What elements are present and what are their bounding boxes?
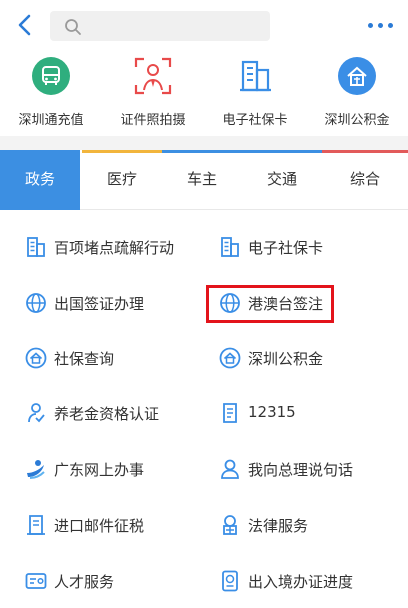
service-item[interactable]: 人才服务 <box>24 563 204 597</box>
quick-item-label: 电子社保卡 <box>222 113 288 128</box>
building-icon <box>27 237 45 257</box>
id-card-icon <box>25 573 47 589</box>
person-icon <box>221 459 239 479</box>
service-item[interactable]: 出入境办证进度 <box>218 563 398 597</box>
service-list: 百项堵点疏解行动 电子社保卡 出国签证办理 港澳台签注 社保查询 深圳公积金 养… <box>0 211 408 608</box>
service-label: 我向总理说句话 <box>248 461 354 479</box>
building-icon <box>221 237 239 257</box>
quick-item-social-card[interactable]: 电子社保卡 <box>204 56 306 132</box>
person-check-icon <box>28 403 45 423</box>
tab-transport[interactable]: 交通 <box>242 150 322 210</box>
tab-color-bar <box>0 150 80 153</box>
search-icon <box>65 19 81 35</box>
category-tabs: 政务 医疗 车主 交通 综合 <box>0 150 408 210</box>
tab-color-bar <box>242 150 322 153</box>
quick-item-housing-fund[interactable]: 深圳公积金 <box>306 56 408 132</box>
housing-fund-icon <box>338 57 376 95</box>
service-item[interactable]: 社保查询 <box>24 340 204 374</box>
service-item[interactable]: 广东网上办事 <box>24 451 204 485</box>
service-label: 百项堵点疏解行动 <box>54 239 175 257</box>
quick-item-shenzhentong[interactable]: 深圳通充值 <box>0 56 102 132</box>
top-bar <box>0 0 408 50</box>
building-card-icon <box>240 60 271 92</box>
document-icon <box>223 403 237 423</box>
quick-item-label: 深圳公积金 <box>324 113 390 128</box>
passport-icon <box>222 570 238 592</box>
globe-icon <box>26 293 46 313</box>
service-item[interactable]: 百项堵点疏解行动 <box>24 229 204 263</box>
service-label: 人才服务 <box>54 573 115 591</box>
service-item[interactable]: 养老金资格认证 <box>24 395 204 429</box>
more-dots-icon <box>378 23 383 28</box>
service-label: 社保查询 <box>54 350 115 368</box>
guangdong-logo-icon <box>27 460 45 479</box>
service-item[interactable]: 进口邮件征税 <box>24 507 204 541</box>
service-label: 进口邮件征税 <box>54 517 145 535</box>
service-label: 养老金资格认证 <box>54 405 160 423</box>
tab-label: 交通 <box>266 170 297 188</box>
tab-label: 政务 <box>24 170 55 188</box>
quick-item-label: 证件照拍摄 <box>120 113 186 128</box>
service-label: 出国签证办理 <box>54 295 145 313</box>
more-dots-icon <box>388 23 393 28</box>
quick-item-label: 深圳通充值 <box>18 113 84 128</box>
service-item[interactable]: 出国签证办理 <box>24 285 204 319</box>
id-photo-icon <box>134 57 172 95</box>
tab-color-bar <box>162 150 242 153</box>
tab-label: 综合 <box>349 170 380 188</box>
tab-government[interactable]: 政务 <box>0 150 80 210</box>
tab-medical[interactable]: 医疗 <box>82 150 162 210</box>
service-item[interactable]: 12315 <box>218 395 398 429</box>
house-shield-icon <box>25 347 47 369</box>
service-item[interactable]: 深圳公积金 <box>218 340 398 374</box>
tab-color-bar <box>322 150 408 153</box>
tab-label: 医疗 <box>106 170 137 188</box>
more-button[interactable] <box>364 12 398 38</box>
bus-card-icon <box>32 57 70 95</box>
mail-document-icon <box>27 515 45 535</box>
search-input[interactable] <box>50 11 270 41</box>
service-item[interactable]: 我向总理说句话 <box>218 451 398 485</box>
service-item[interactable]: 电子社保卡 <box>218 229 398 263</box>
service-label: 深圳公积金 <box>248 350 324 368</box>
tab-label: 车主 <box>186 170 217 188</box>
service-label: 电子社保卡 <box>248 239 324 257</box>
quick-services: 深圳通充值 证件照拍摄 电子社保卡 深圳公积金 <box>0 50 408 136</box>
service-label: 出入境办证进度 <box>248 573 354 591</box>
tab-color-bar <box>82 150 162 153</box>
justice-icon <box>223 515 237 535</box>
tab-car-owner[interactable]: 车主 <box>162 150 242 210</box>
back-chevron-icon <box>18 14 31 36</box>
back-button[interactable] <box>10 10 40 40</box>
service-label: 广东网上办事 <box>54 461 145 479</box>
more-dots-icon <box>368 23 373 28</box>
tab-general[interactable]: 综合 <box>322 150 408 210</box>
highlight-box <box>206 285 334 323</box>
section-divider <box>0 136 408 150</box>
quick-item-id-photo[interactable]: 证件照拍摄 <box>102 56 204 132</box>
service-label: 法律服务 <box>248 517 309 535</box>
service-item[interactable]: 法律服务 <box>218 507 398 541</box>
house-shield-icon <box>219 347 241 369</box>
service-label: 12315 <box>248 403 296 421</box>
